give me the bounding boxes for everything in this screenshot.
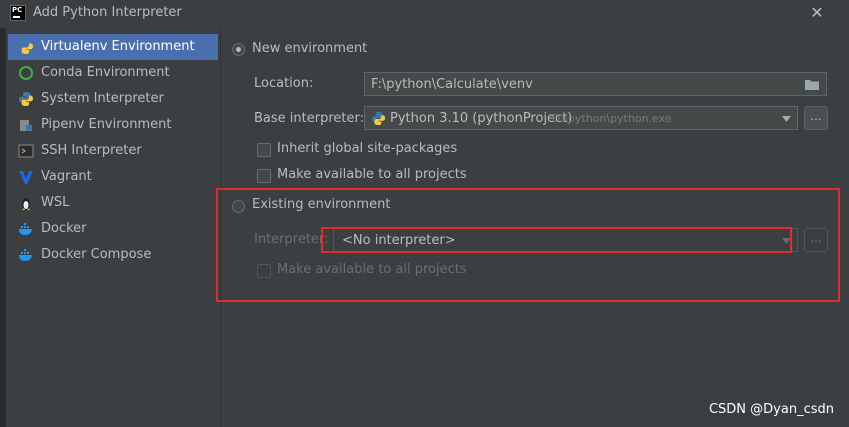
base-interpreter-select[interactable]: Python 3.10 (pythonProject) D:\python\py… (364, 106, 798, 130)
sidebar-item-label: Vagrant (41, 169, 92, 184)
app-icon-text: PC (12, 6, 23, 14)
sidebar-item-label: System Interpreter (41, 91, 164, 106)
sidebar-item-docker-compose[interactable]: Docker Compose (8, 242, 218, 268)
python-icon (371, 111, 386, 126)
linux-icon (22, 198, 30, 210)
python-icon (19, 92, 33, 106)
python-icon (19, 40, 33, 54)
docker-icon (19, 249, 32, 261)
sidebar-item-vagrant[interactable]: Vagrant (8, 164, 218, 190)
sidebar-item-ssh[interactable]: SSH Interpreter (8, 138, 218, 164)
sidebar-item-system[interactable]: System Interpreter (8, 86, 218, 112)
sidebar-item-label: WSL (41, 195, 70, 210)
sidebar-item-wsl[interactable]: WSL (8, 190, 218, 216)
sidebar-item-label: SSH Interpreter (41, 143, 142, 158)
location-field[interactable]: F:\python\Calculate\venv (364, 72, 827, 96)
sidebar-item-pipenv[interactable]: Pipenv Environment (8, 112, 218, 138)
sidebar-item-conda[interactable]: Conda Environment (8, 60, 218, 86)
watermark: CSDN @Dyan_csdn (708, 402, 834, 417)
window-title: Add Python Interpreter (33, 5, 182, 20)
sidebar-item-docker[interactable]: Docker (8, 216, 218, 242)
sidebar-item-label: Virtualenv Environment (41, 39, 195, 54)
docker-icon (19, 223, 32, 235)
sidebar-item-label: Pipenv Environment (41, 117, 172, 132)
chevron-down-icon[interactable] (782, 116, 791, 122)
inherit-site-packages-checkbox[interactable] (257, 143, 271, 157)
pycharm-icon: PC (10, 5, 26, 21)
conda-icon (19, 66, 33, 80)
pipenv-icon (20, 120, 32, 131)
folder-icon[interactable] (804, 78, 820, 91)
base-interpreter-value: Python 3.10 (pythonProject) (390, 111, 573, 126)
highlight-interpreter-field (321, 227, 792, 253)
terminal-icon (18, 144, 34, 158)
base-interpreter-browse-button[interactable]: ... (804, 106, 828, 130)
base-interpreter-label: Base interpreter: (254, 111, 364, 126)
vagrant-icon (19, 171, 33, 184)
location-value: F:\python\Calculate\venv (371, 77, 533, 92)
base-interpreter-path: D:\python\python.exe (552, 112, 672, 125)
sidebar-item-label: Conda Environment (41, 65, 170, 80)
new-environment-radio[interactable] (232, 43, 245, 56)
sidebar-item-virtualenv[interactable]: Virtualenv Environment (8, 34, 218, 60)
make-available-checkbox[interactable] (257, 169, 271, 183)
new-environment-label: New environment (252, 41, 368, 56)
title-bar: PC Add Python Interpreter ✕ (0, 0, 849, 28)
location-label: Location: (254, 76, 314, 91)
sidebar-item-label: Docker Compose (41, 247, 152, 262)
sidebar-item-label: Docker (41, 221, 87, 236)
background-strip (0, 28, 6, 427)
close-button[interactable]: ✕ (807, 3, 827, 23)
interpreter-type-list: Virtualenv Environment Conda Environment… (8, 34, 218, 268)
inherit-site-packages-label: Inherit global site-packages (277, 141, 458, 156)
make-available-label: Make available to all projects (277, 167, 467, 182)
